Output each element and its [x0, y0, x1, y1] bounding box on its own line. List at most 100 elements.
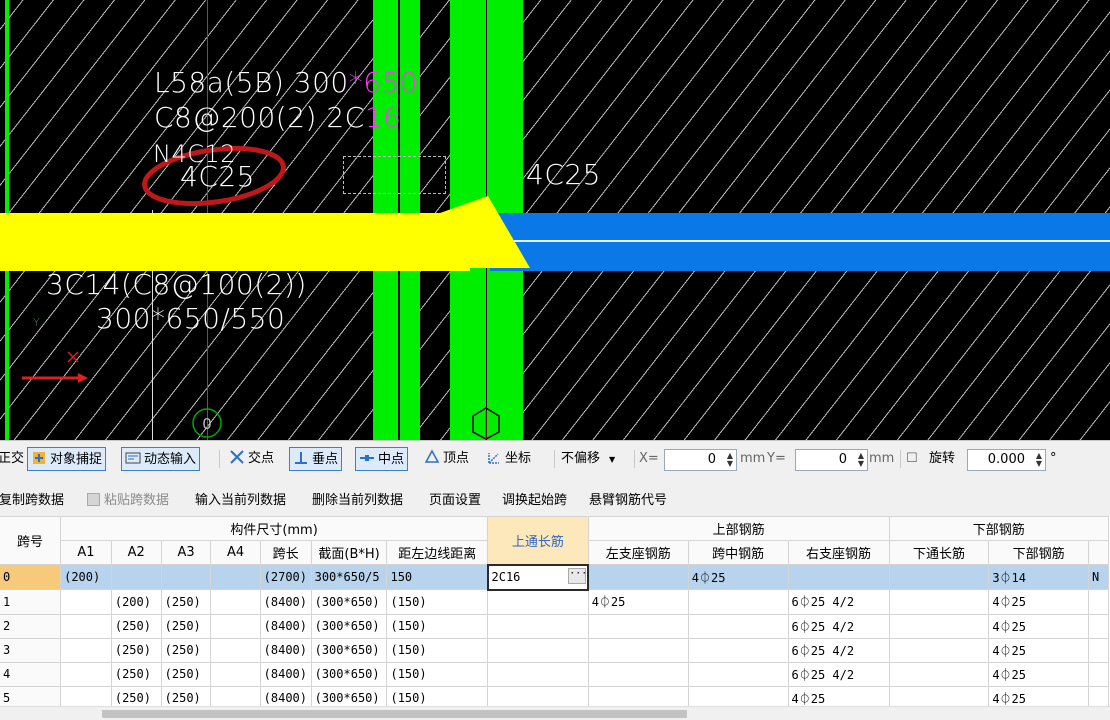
object-snap-toggle[interactable]: 对象捕捉 — [27, 447, 107, 471]
cell-left-support[interactable] — [587, 613, 689, 639]
cell-bottom-through[interactable] — [888, 637, 990, 663]
rotate-spinner[interactable]: ▲ ▼ — [1032, 452, 1042, 468]
cell-mid-span[interactable] — [687, 589, 789, 615]
cell-span[interactable]: 5 — [0, 685, 62, 706]
cell-right-support[interactable]: 6⏀25 4/2 — [787, 637, 890, 663]
cell-mid-span[interactable] — [687, 661, 789, 687]
cell-left-support[interactable] — [587, 661, 689, 687]
coordinate-snap[interactable]: 坐标 — [486, 447, 531, 471]
col-header-mid-span[interactable]: 跨中钢筋 — [687, 540, 789, 565]
y-spinner[interactable]: ▲ ▼ — [854, 452, 864, 468]
cell-left-support[interactable]: 4⏀25 — [587, 589, 689, 615]
cell-left-support[interactable] — [587, 637, 689, 663]
cell-bottom[interactable]: 4⏀25 — [988, 589, 1090, 615]
cell-extra[interactable] — [1088, 637, 1109, 663]
cell-bottom-through[interactable] — [888, 661, 990, 687]
cell-extra[interactable]: N — [1088, 564, 1109, 590]
cell-span-length[interactable]: (8400) — [259, 661, 312, 687]
col-header-a4[interactable]: A4 — [210, 540, 261, 565]
cell-a4[interactable] — [210, 564, 261, 590]
cell-a3[interactable]: (250) — [160, 589, 212, 615]
cell-a4[interactable] — [210, 613, 261, 639]
rotate-checkbox[interactable]: ☐ — [906, 447, 918, 471]
cell-right-support[interactable]: 4⏀25 — [787, 685, 890, 706]
cell-mid-span[interactable] — [687, 637, 789, 663]
offset-dropdown[interactable]: 不偏移 ▼ — [561, 447, 615, 471]
table-row[interactable]: 2 (250) (250) (8400) (300*650) (150) 6⏀2… — [0, 613, 1109, 639]
beam-right[interactable] — [490, 213, 1110, 271]
col-header-right-support[interactable]: 右支座钢筋 — [787, 540, 890, 565]
cell-bottom[interactable]: 3⏀14 — [988, 564, 1090, 590]
perpendicular-snap[interactable]: 垂点 — [289, 447, 343, 471]
cell-mid-span[interactable]: 4⏀25 — [687, 564, 789, 590]
copy-span-button[interactable]: 复制跨数据 — [0, 489, 64, 508]
x-input[interactable]: 0 ▲ ▼ — [664, 449, 737, 471]
cell-span-length[interactable]: (2700) — [259, 564, 312, 590]
cell-distance[interactable]: 150 — [386, 564, 488, 590]
cell-a1[interactable] — [60, 685, 112, 706]
cell-left-support[interactable] — [587, 685, 689, 706]
cell-extra[interactable] — [1088, 589, 1109, 615]
cell-bottom-through[interactable] — [888, 685, 990, 706]
cell-mid-span[interactable] — [687, 613, 789, 639]
cell-bottom[interactable]: 4⏀25 — [988, 637, 1090, 663]
cell-a2[interactable]: (250) — [110, 613, 162, 639]
col-header-a2[interactable]: A2 — [110, 540, 162, 565]
col-header-bottom-through[interactable]: 下通长筋 — [888, 540, 990, 565]
cell-distance[interactable]: (150) — [386, 685, 488, 706]
vertex-snap[interactable]: 顶点 — [424, 447, 469, 471]
cell-section[interactable]: (300*650) — [310, 685, 388, 706]
cell-left-support[interactable] — [587, 564, 689, 590]
cell-span-length[interactable]: (8400) — [259, 637, 312, 663]
table-row[interactable]: 3 (250) (250) (8400) (300*650) (150) 6⏀2… — [0, 637, 1109, 663]
col-header-top-through[interactable]: 上通长筋 — [487, 516, 589, 565]
col-header-span-length[interactable]: 跨长 — [259, 540, 312, 565]
cell-section[interactable]: (300*650) — [310, 661, 388, 687]
cell-distance[interactable]: (150) — [386, 613, 488, 639]
cell-a2[interactable] — [110, 564, 162, 590]
cell-a2[interactable]: (200) — [110, 589, 162, 615]
col-header-a1[interactable]: A1 — [60, 540, 112, 565]
paste-span-button[interactable]: 粘贴跨数据 — [87, 489, 169, 508]
delete-column-button[interactable]: 删除当前列数据 — [312, 489, 403, 508]
cell-bottom-through[interactable] — [888, 613, 990, 639]
cell-section[interactable]: 300*650/5 — [310, 564, 388, 590]
cell-a3[interactable]: (250) — [160, 613, 212, 639]
table-row[interactable]: 1 (200) (250) (8400) (300*650) (150) 4⏀2… — [0, 589, 1109, 615]
dynamic-input-toggle[interactable]: 动态输入 — [121, 447, 201, 471]
cell-right-support[interactable] — [787, 564, 890, 590]
cell-top-through-editing[interactable]: 2C16 ··· — [486, 563, 590, 591]
cell-bottom[interactable]: 4⏀25 — [988, 685, 1090, 706]
cell-span[interactable]: 4 — [0, 661, 62, 687]
cell-section[interactable]: (300*650) — [310, 637, 388, 663]
cell-extra[interactable] — [1088, 613, 1109, 639]
cell-extra[interactable] — [1088, 661, 1109, 687]
cell-top-through[interactable] — [487, 589, 589, 615]
page-setup-button[interactable]: 页面设置 — [429, 489, 481, 508]
cell-bottom[interactable]: 4⏀25 — [988, 661, 1090, 687]
cell-a2[interactable]: (250) — [110, 685, 162, 706]
cell-span[interactable]: 3 — [0, 637, 62, 663]
col-header-span[interactable]: 跨号 — [0, 516, 62, 565]
cell-a1[interactable] — [60, 613, 112, 639]
cell-distance[interactable]: (150) — [386, 661, 488, 687]
cell-right-support[interactable]: 6⏀25 4/2 — [787, 613, 890, 639]
cell-span[interactable]: 1 — [0, 589, 62, 615]
col-header-section[interactable]: 截面(B*H) — [310, 540, 388, 565]
cell-top-through[interactable] — [487, 637, 589, 663]
cell-a1[interactable]: (200) — [60, 564, 112, 590]
cell-a3[interactable]: (250) — [160, 661, 212, 687]
cell-section[interactable]: (300*650) — [310, 613, 388, 639]
input-column-button[interactable]: 输入当前列数据 — [195, 489, 286, 508]
cell-a2[interactable]: (250) — [110, 637, 162, 663]
midpoint-snap[interactable]: 中点 — [355, 447, 409, 471]
cell-span[interactable]: 0 — [0, 564, 62, 590]
cell-span-length[interactable]: (8400) — [259, 685, 312, 706]
y-input[interactable]: 0 ▲ ▼ — [795, 449, 868, 471]
cell-span-length[interactable]: (8400) — [259, 613, 312, 639]
cell-a1[interactable] — [60, 589, 112, 615]
col-header-left-support[interactable]: 左支座钢筋 — [587, 540, 689, 565]
table-row[interactable]: 4 (250) (250) (8400) (300*650) (150) 6⏀2… — [0, 661, 1109, 687]
x-spinner[interactable]: ▲ ▼ — [723, 452, 733, 468]
cell-a3[interactable]: (250) — [160, 685, 212, 706]
